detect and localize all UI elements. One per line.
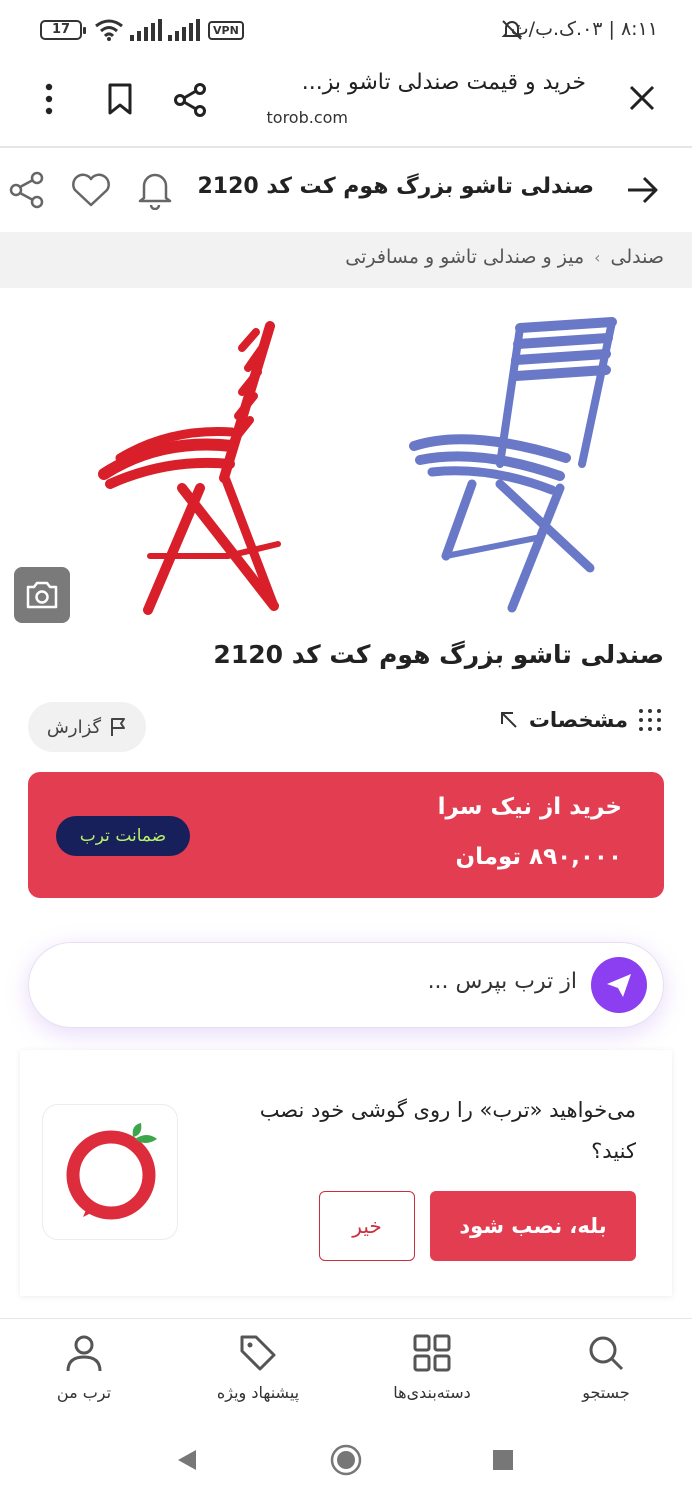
status-bar: 17 VPN ۸:۱۱ | ۰۳.ک.ب/ث xyxy=(0,0,692,62)
nav-categories[interactable]: دسته‌بندی‌ها xyxy=(372,1319,492,1419)
signal-icon xyxy=(130,19,162,41)
buy-store-label: خرید از نیک سرا xyxy=(437,794,622,820)
wifi-icon xyxy=(95,19,123,41)
vpn-badge: VPN xyxy=(208,21,244,40)
battery-indicator: 17 xyxy=(40,20,86,40)
breadcrumb-item[interactable]: میز و صندلی تاشو و مسافرتی xyxy=(345,246,584,268)
arrow-up-left-icon xyxy=(500,712,517,728)
share-icon[interactable] xyxy=(172,82,208,118)
product-header: صندلی تاشو بزرگ هوم کت کد 2120 xyxy=(0,150,692,230)
product-title: صندلی تاشو بزرگ هوم کت کد 2120 xyxy=(213,640,664,669)
nav-label: جستجو xyxy=(582,1383,630,1402)
page-url: torob.com xyxy=(266,108,349,127)
home-circle-icon[interactable] xyxy=(330,1444,362,1476)
product-image[interactable] xyxy=(0,288,692,628)
breadcrumb-item[interactable]: صندلی xyxy=(611,246,664,268)
buy-card[interactable]: خرید از نیک سرا ۸۹۰,۰۰۰ تومان ضمانت ترب xyxy=(28,772,664,898)
page-title: خرید و قیمت صندلی تاشو بز... xyxy=(301,70,586,95)
breadcrumb: صندلی › میز و صندلی تاشو و مسافرتی xyxy=(0,232,692,288)
chairs-illustration xyxy=(98,317,617,615)
search-icon xyxy=(589,1336,624,1371)
install-yes-button[interactable]: بله، نصب شود xyxy=(430,1191,636,1261)
heart-icon[interactable] xyxy=(70,172,112,208)
more-menu-icon[interactable] xyxy=(38,82,60,116)
ask-torob-input[interactable]: از ترب بپرس ... xyxy=(28,942,664,1028)
nav-label: ترب من xyxy=(56,1383,112,1402)
nav-label: دسته‌بندی‌ها xyxy=(393,1383,471,1402)
recents-square-icon[interactable] xyxy=(492,1449,514,1471)
chevron-left-icon: › xyxy=(594,248,601,267)
report-label: گزارش xyxy=(46,716,102,738)
bell-icon[interactable] xyxy=(136,168,174,210)
send-icon xyxy=(607,974,631,997)
bottom-nav: جستجو دسته‌بندی‌ها پیشنهاد ویژه ترب من xyxy=(0,1318,692,1418)
header-title: صندلی تاشو بزرگ هوم کت کد 2120 xyxy=(197,174,595,199)
guarantee-badge: ضمانت ترب xyxy=(56,816,190,856)
torob-logo xyxy=(42,1104,178,1240)
nav-special-offers[interactable]: پیشنهاد ویژه xyxy=(198,1319,318,1419)
nav-search[interactable]: جستجو xyxy=(546,1319,666,1419)
install-no-button[interactable]: خیر xyxy=(319,1191,415,1261)
ask-send-button[interactable] xyxy=(591,957,647,1013)
share-icon[interactable] xyxy=(8,170,46,210)
report-button[interactable]: گزارش xyxy=(28,702,146,752)
specs-link[interactable]: مشخصات xyxy=(499,708,662,732)
back-arrow-icon[interactable] xyxy=(624,174,660,206)
browser-toolbar: خرید و قیمت صندلی تاشو بز... torob.com xyxy=(0,62,692,148)
camera-icon xyxy=(26,581,58,609)
grid-dots-icon xyxy=(639,709,661,731)
system-nav-bar xyxy=(0,1418,692,1500)
user-icon xyxy=(66,1335,102,1372)
image-search-button[interactable] xyxy=(14,567,70,623)
install-app-card: می‌خواهید «ترب» را روی گوشی خود نصب کنید… xyxy=(20,1050,672,1296)
install-prompt-text: می‌خواهید «ترب» را روی گوشی خود نصب کنید… xyxy=(259,1098,636,1163)
flag-icon xyxy=(111,718,126,736)
ask-placeholder: از ترب بپرس ... xyxy=(427,969,577,994)
categories-icon xyxy=(413,1334,451,1372)
back-triangle-icon[interactable] xyxy=(176,1448,198,1472)
nav-my-torob[interactable]: ترب من xyxy=(24,1319,144,1419)
signal-icon-2 xyxy=(168,19,200,41)
status-time: ۸:۱۱ | ۰۳.ک.ب/ث xyxy=(510,18,658,40)
specs-label: مشخصات xyxy=(528,708,628,732)
close-icon[interactable] xyxy=(628,84,656,112)
nav-label: پیشنهاد ویژه xyxy=(216,1383,300,1402)
tag-icon xyxy=(240,1335,276,1371)
bookmark-icon[interactable] xyxy=(106,82,134,116)
buy-price: ۸۹۰,۰۰۰ تومان xyxy=(455,844,622,870)
